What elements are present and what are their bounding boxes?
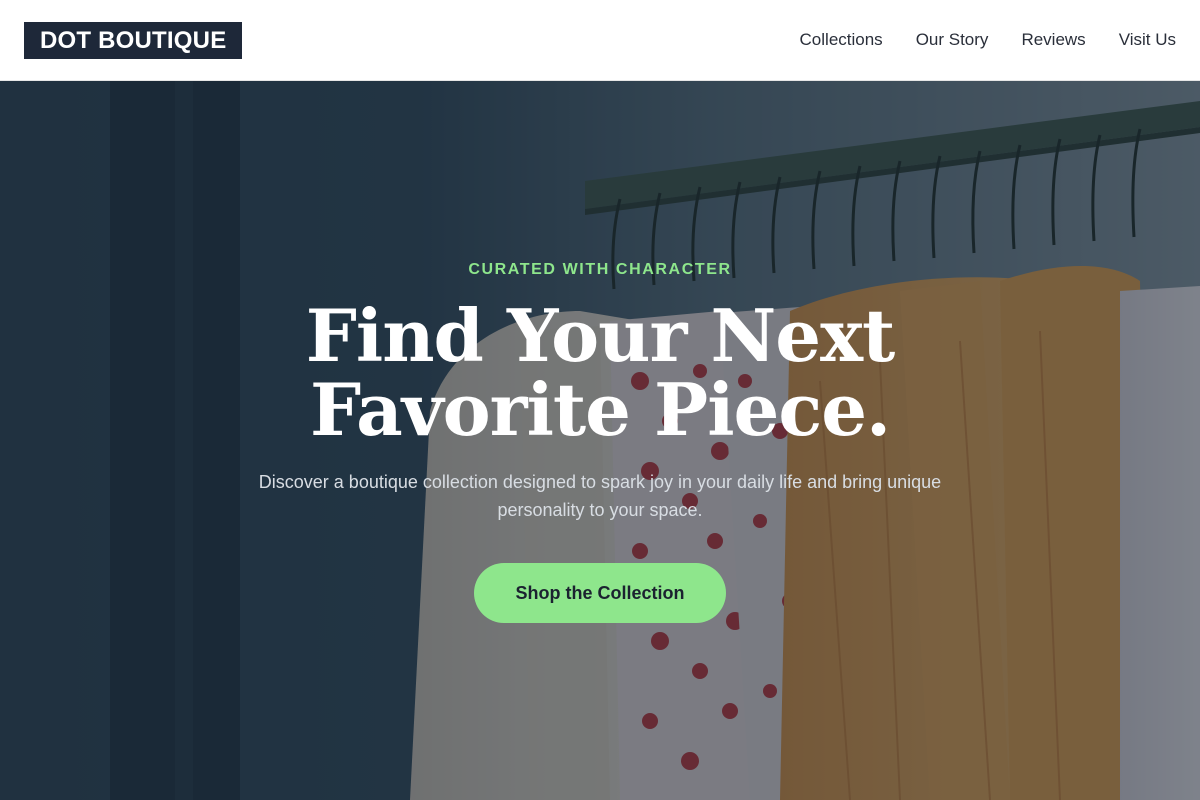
nav-link-our-story[interactable]: Our Story [916,30,989,50]
main-nav: Collections Our Story Reviews Visit Us [800,30,1176,50]
shop-collection-button[interactable]: Shop the Collection [474,563,726,623]
hero-headline: Find Your Next Favorite Piece. [305,293,896,452]
hero-subtext: Discover a boutique collection designed … [258,472,942,520]
nav-link-visit-us[interactable]: Visit Us [1119,30,1176,50]
brand-logo[interactable]: DOT BOUTIQUE [24,21,243,59]
site-header: DOT BOUTIQUE Collections Our Story Revie… [0,0,1200,81]
hero-content: CURATED WITH CHARACTER Find Your Next Fa… [0,81,1200,800]
hero-section: CURATED WITH CHARACTER Find Your Next Fa… [0,81,1200,800]
hero-eyebrow: CURATED WITH CHARACTER [468,261,732,278]
nav-link-collections[interactable]: Collections [800,30,883,50]
nav-link-reviews[interactable]: Reviews [1021,30,1085,50]
